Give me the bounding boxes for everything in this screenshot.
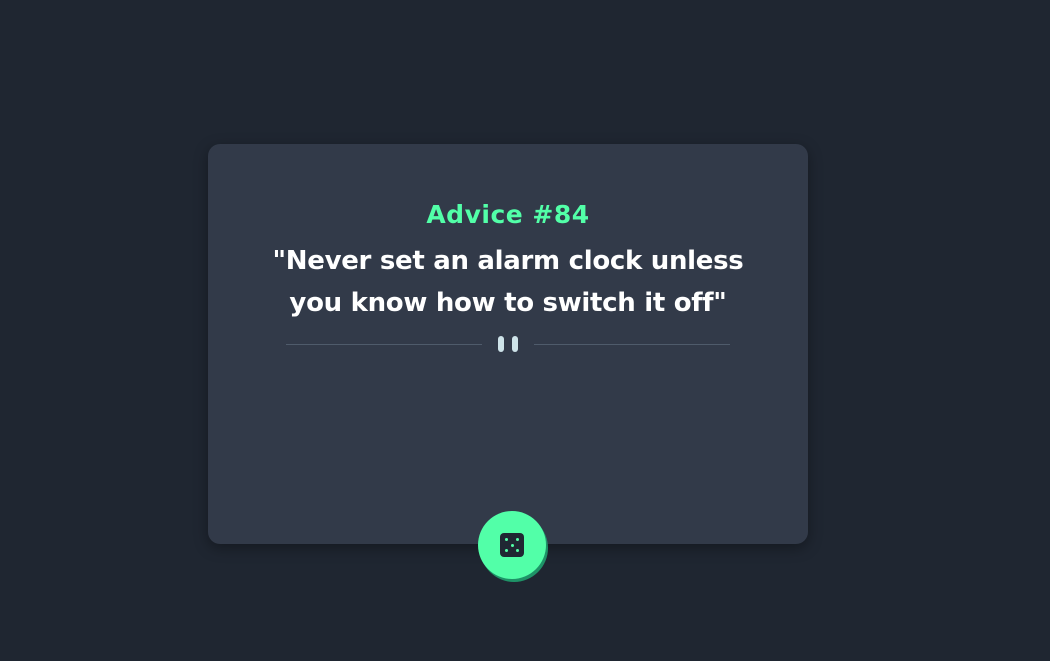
generate-advice-button[interactable]	[478, 511, 546, 579]
divider-line-left	[286, 344, 482, 345]
divider-line-right	[534, 344, 730, 345]
advice-quote: "Never set an alarm clock unless you kno…	[272, 246, 744, 318]
divider	[286, 336, 730, 352]
pause-icon	[498, 336, 518, 352]
advice-card: Advice #84 "Never set an alarm clock unl…	[208, 144, 808, 544]
dice-icon	[500, 533, 524, 557]
advice-id: Advice #84	[426, 200, 590, 229]
